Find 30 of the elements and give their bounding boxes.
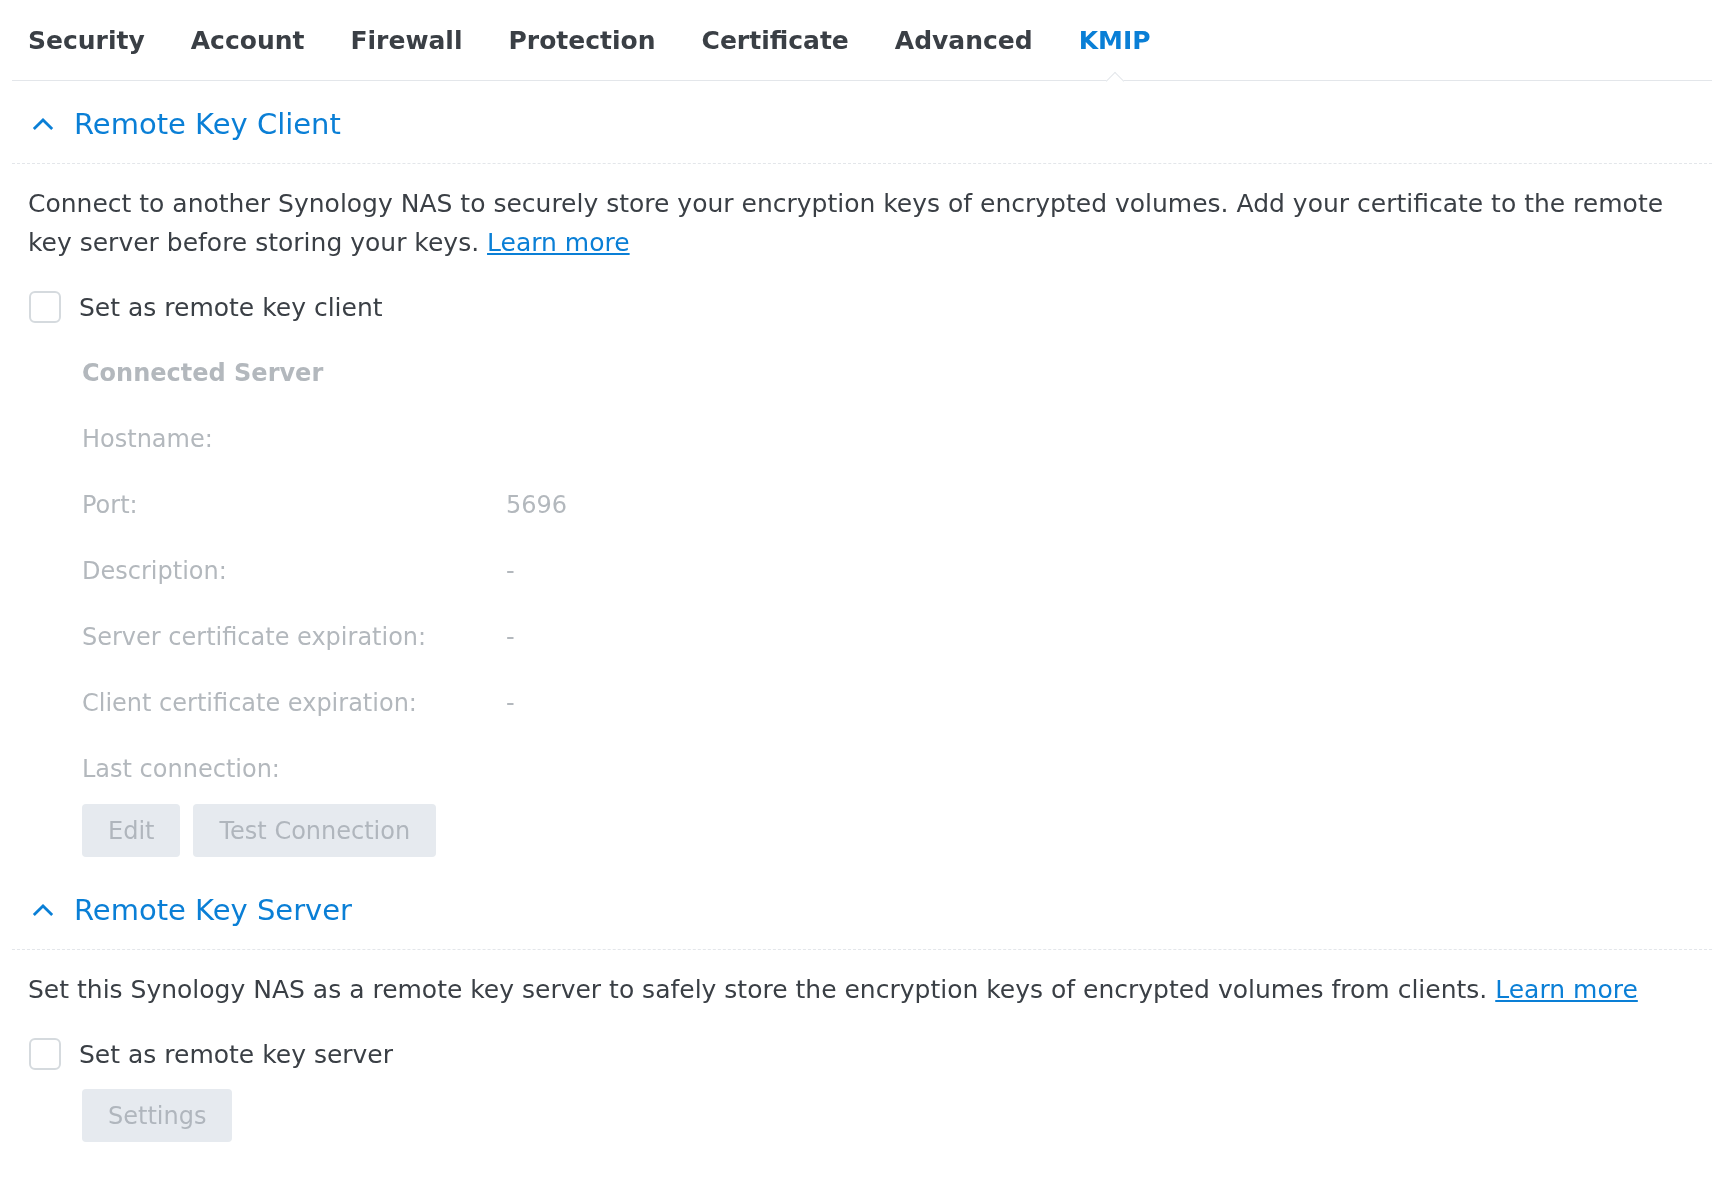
tab[interactable]: Firewall: [338, 0, 475, 80]
field-value: -: [506, 623, 515, 651]
description-text: Set this Synology NAS as a remote key server to safely store the encryption keys of encrypted volumes from clients. Learn more: [28, 974, 1639, 1006]
field-label: Last connection:: [82, 755, 281, 783]
checkbox[interactable]: [29, 1038, 61, 1070]
description-text: Connect to another Synology NAS to securely store your encryption keys of encrypted volumes. Add your certificate to the remote key server before storing your keys. Learn more: [28, 188, 1665, 259]
checkbox-label: Set as remote key server: [79, 1039, 394, 1069]
tab[interactable]: KMIP: [1066, 0, 1163, 80]
tab[interactable]: Advanced: [882, 0, 1045, 80]
field-label: Server certificate expiration:: [82, 623, 428, 651]
field-value: 5696: [506, 491, 568, 519]
field-label: Description:: [82, 557, 228, 585]
field-label: Hostname:: [82, 425, 214, 453]
chevron-icon[interactable]: [32, 903, 54, 917]
field-value: -: [506, 689, 515, 717]
section-title: Remote Key Server: [74, 893, 352, 927]
tab[interactable]: Protection: [496, 0, 668, 80]
learn-more-link[interactable]: Learn more: [487, 228, 630, 257]
details-heading: Connected Server: [82, 358, 325, 389]
chevron-icon[interactable]: [32, 117, 54, 131]
tab[interactable]: Certificate: [689, 0, 861, 80]
checkbox-label: Set as remote key client: [79, 292, 383, 322]
field-label: Client certificate expiration:: [82, 689, 418, 717]
learn-more-link[interactable]: Learn more: [1495, 975, 1638, 1004]
tab[interactable]: Security: [16, 0, 157, 80]
tab[interactable]: Account: [178, 0, 317, 80]
field-label: Port:: [82, 491, 139, 519]
checkbox[interactable]: [29, 291, 61, 323]
field-value: -: [506, 557, 515, 585]
section-title: Remote Key Client: [74, 107, 341, 141]
